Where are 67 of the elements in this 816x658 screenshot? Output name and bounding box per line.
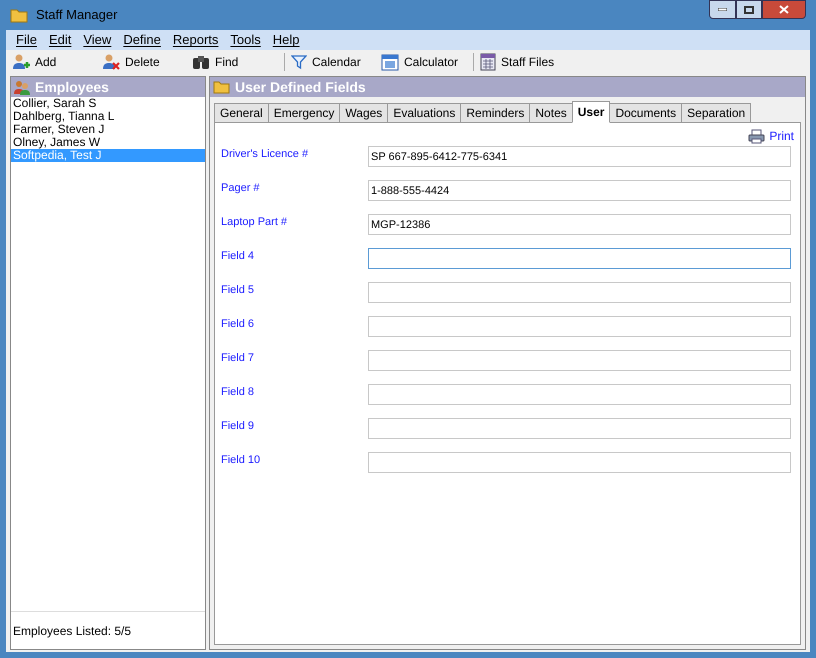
field-label: Field 9 [221, 419, 256, 434]
menu-item[interactable]: View [77, 30, 118, 50]
employee-item[interactable]: Collier, Sarah S [11, 97, 205, 110]
toolbar-button[interactable]: Calculator [379, 51, 469, 73]
field-label: Field 10 [221, 453, 262, 468]
field-label: Field 5 [221, 283, 256, 298]
tab[interactable]: Wages [339, 103, 388, 123]
grid-icon [480, 53, 496, 71]
close-button[interactable] [762, 0, 806, 19]
employee-count: Employees Listed: 5/5 [13, 622, 132, 640]
minimize-icon [718, 8, 727, 11]
maximize-icon [744, 6, 754, 14]
panel-title: User Defined Fields [235, 78, 366, 96]
tab[interactable]: User [572, 101, 610, 123]
employee-item[interactable]: Olney, James W [11, 136, 205, 149]
text-field[interactable] [368, 316, 791, 337]
menu-item[interactable]: Edit [42, 30, 78, 50]
text-field[interactable] [368, 452, 791, 473]
menu-item[interactable]: Tools [224, 30, 267, 50]
text-field[interactable] [368, 384, 791, 405]
tab[interactable]: Documents [609, 103, 682, 123]
maximize-button[interactable] [736, 0, 762, 19]
field-label: Laptop Part # [221, 215, 288, 230]
toolbar-button[interactable]: Find [190, 51, 280, 73]
person-plus-icon [12, 53, 30, 71]
minimize-button[interactable] [709, 0, 736, 19]
field-label: Pager # [221, 181, 261, 196]
employee-item[interactable]: Farmer, Steven J [11, 123, 205, 136]
text-field[interactable] [368, 248, 791, 269]
funnel-icon [291, 54, 307, 70]
toolbar-button[interactable]: Calendar [289, 51, 379, 73]
tab[interactable]: Evaluations [387, 103, 462, 123]
print-link[interactable]: Print [748, 127, 794, 145]
field-label: Field 7 [221, 351, 256, 366]
close-icon [779, 5, 789, 14]
text-field[interactable]: SP 667-895-6412-775-6341 [368, 146, 791, 167]
field-label: Field 8 [221, 385, 256, 400]
text-field[interactable] [368, 282, 791, 303]
menu-item[interactable]: File [10, 30, 43, 50]
field-label: Driver's Licence # [221, 147, 310, 162]
panel-title: Employees [35, 78, 109, 97]
window-title: Staff Manager [36, 6, 118, 24]
text-field[interactable] [368, 418, 791, 439]
menu-item[interactable]: Help [266, 30, 306, 50]
tab[interactable]: General [214, 103, 269, 123]
person-remove-icon [102, 53, 120, 71]
folder-icon [10, 7, 28, 23]
people-icon [14, 79, 30, 95]
tab[interactable]: Separation [681, 103, 752, 123]
menu-item[interactable]: Reports [166, 30, 224, 50]
menu-item[interactable]: Define [117, 30, 167, 50]
binoculars-icon [192, 54, 210, 70]
tab[interactable]: Emergency [268, 103, 340, 123]
tab[interactable]: Notes [529, 103, 573, 123]
field-label: Field 6 [221, 317, 256, 332]
folder-icon [213, 80, 230, 94]
text-field[interactable]: 1-888-555-4424 [368, 180, 791, 201]
calendar-icon [381, 53, 399, 71]
tab[interactable]: Reminders [460, 103, 530, 123]
toolbar-button[interactable]: Staff Files [478, 51, 556, 73]
toolbar-button[interactable]: Add [10, 51, 100, 73]
text-field[interactable] [368, 350, 791, 371]
field-label: Field 4 [221, 249, 256, 264]
printer-icon [748, 128, 766, 144]
toolbar-button[interactable]: Delete [100, 51, 190, 73]
text-field[interactable]: MGP-12386 [368, 214, 791, 235]
employee-item[interactable]: Dahlberg, Tianna L [11, 110, 205, 123]
